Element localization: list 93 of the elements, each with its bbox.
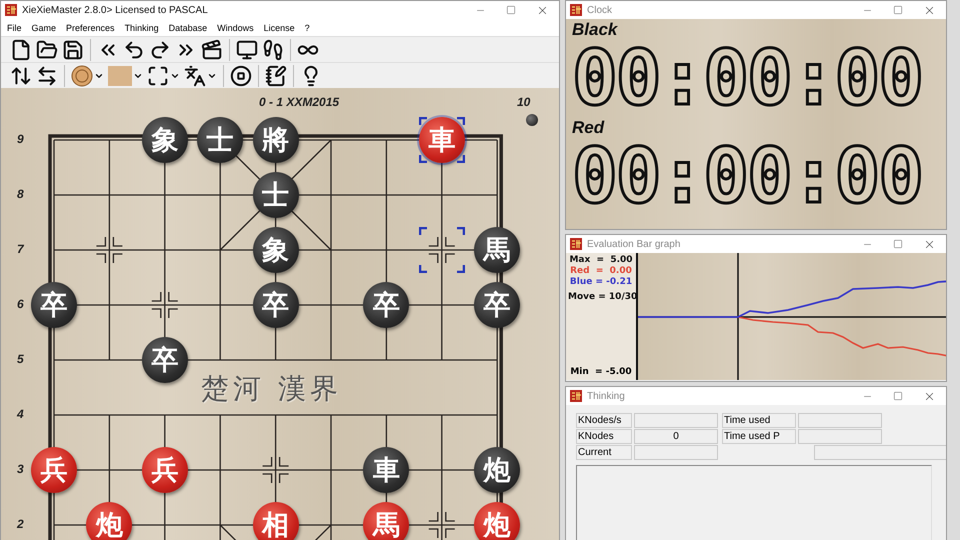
flip-vertical-icon [10, 64, 32, 86]
app-logo-icon [5, 4, 17, 16]
readout-label: Blue = -0.21 [568, 277, 634, 288]
notepad-pen-icon [265, 64, 287, 86]
rank-label: 3 [17, 462, 24, 476]
xiangqi-piece[interactable]: 卒 [31, 282, 77, 328]
game-result-label: 0 - 1 XXM2015 [259, 95, 340, 109]
open-folder-button[interactable] [35, 38, 59, 62]
open-folder-icon [36, 38, 58, 60]
field-label: KNodes/s [576, 413, 632, 428]
clock-time: 00:00:00 [572, 39, 922, 119]
monitor-button[interactable] [235, 38, 259, 62]
maximize-icon [893, 239, 903, 249]
rank-label: 6 [17, 297, 24, 311]
window-title: Clock [587, 4, 614, 16]
save-icon [62, 38, 84, 60]
maximize-icon [893, 391, 903, 401]
expand-icon [147, 64, 169, 86]
player-name: Red [572, 119, 606, 137]
xiangqi-piece[interactable]: 炮 [86, 502, 132, 540]
menu-item[interactable]: File [7, 22, 22, 32]
notepad-pen-button[interactable] [264, 64, 288, 88]
menu-item[interactable]: License [264, 22, 295, 32]
player-name: Black [572, 21, 619, 39]
xiangqi-piece[interactable]: 卒 [142, 337, 188, 383]
menu-item[interactable]: Thinking [124, 22, 159, 32]
piece-style-button[interactable] [70, 64, 105, 88]
footprints-icon [262, 38, 284, 60]
app-logo-icon [570, 4, 582, 16]
clock-time: 00:00:00 [572, 137, 922, 217]
rank-label: 8 [17, 187, 24, 201]
menu-item[interactable]: Preferences [66, 22, 115, 32]
xiangqi-piece[interactable]: 相 [252, 502, 299, 540]
stop-icon [230, 64, 252, 86]
menu-item[interactable]: ? [304, 22, 310, 32]
menu-item[interactable]: Windows [217, 22, 254, 32]
xiangqi-piece[interactable]: 炮 [474, 447, 520, 493]
readout-field: 0 [634, 429, 718, 444]
texture-swatch-icon [108, 66, 132, 86]
selection-marker [418, 117, 465, 163]
readout-label: Max = 5.00 [568, 255, 634, 266]
xiangqi-piece[interactable]: 象 [252, 227, 299, 273]
menu-item[interactable]: Game [32, 22, 56, 32]
undo-arrow-icon [123, 38, 145, 60]
new-file-icon [10, 38, 32, 60]
xiangqi-piece[interactable]: 兵 [31, 447, 77, 493]
clapperboard-button[interactable] [200, 38, 224, 62]
clapperboard-icon [201, 38, 223, 60]
rank-label: 9 [17, 132, 24, 146]
xiangqi-piece[interactable]: 士 [197, 117, 244, 163]
app-logo-icon [570, 238, 582, 250]
move-number: 10 [517, 95, 530, 109]
readout-label: Red = 0.00 [569, 266, 633, 277]
readout-label: Min = -5.00 [569, 367, 633, 378]
river-label: 楚河 漢界 [201, 371, 342, 407]
menu-item[interactable]: Database [168, 22, 208, 32]
rank-label: 5 [17, 352, 24, 366]
window-title: Evaluation Bar graph [587, 238, 682, 250]
xiangqi-piece[interactable]: 馬 [363, 502, 410, 540]
field-label: Time used [722, 413, 796, 428]
rank-label: 7 [17, 242, 24, 256]
field-label: Current [576, 445, 632, 460]
xiangqi-piece[interactable]: 將 [252, 117, 299, 163]
xiangqi-piece[interactable]: 象 [142, 117, 188, 163]
field-label: Time used P [722, 429, 796, 444]
monitor-icon [236, 38, 258, 60]
maximize-icon [506, 5, 516, 15]
footprints-button[interactable] [261, 38, 285, 62]
field-label: KNodes [576, 429, 632, 444]
language-button[interactable] [183, 64, 218, 88]
maximize-icon [893, 5, 903, 15]
flip-horizontal-icon [36, 64, 58, 86]
window-title: Thinking [587, 390, 626, 402]
xiangqi-piece[interactable]: 卒 [252, 282, 299, 328]
xiangqi-piece[interactable]: 馬 [474, 227, 520, 273]
xiangqi-piece[interactable]: 卒 [363, 282, 410, 328]
piece-icon [71, 64, 93, 86]
xiangqi-piece[interactable]: 兵 [142, 447, 188, 493]
app-logo-icon [570, 390, 582, 402]
rank-label: 2 [17, 517, 24, 531]
xiangqi-piece[interactable]: 卒 [474, 282, 520, 328]
xiangqi-piece[interactable]: 車 [363, 447, 410, 493]
language-icon [184, 64, 206, 86]
xiangqi-piece[interactable]: 士 [252, 172, 299, 218]
expand-button[interactable] [146, 64, 181, 88]
stop-button[interactable] [229, 64, 253, 88]
xiangqi-piece[interactable]: 車 [418, 117, 465, 163]
redo-arrow-icon [149, 38, 171, 60]
xiangqi-piece[interactable]: 炮 [474, 502, 520, 540]
save-button[interactable] [61, 38, 85, 62]
window-title: XieXieMaster 2.8.0> Licensed to PASCAL [22, 4, 209, 16]
rank-label: 4 [17, 407, 24, 421]
readout-label: Move = 10/30 [568, 292, 634, 303]
